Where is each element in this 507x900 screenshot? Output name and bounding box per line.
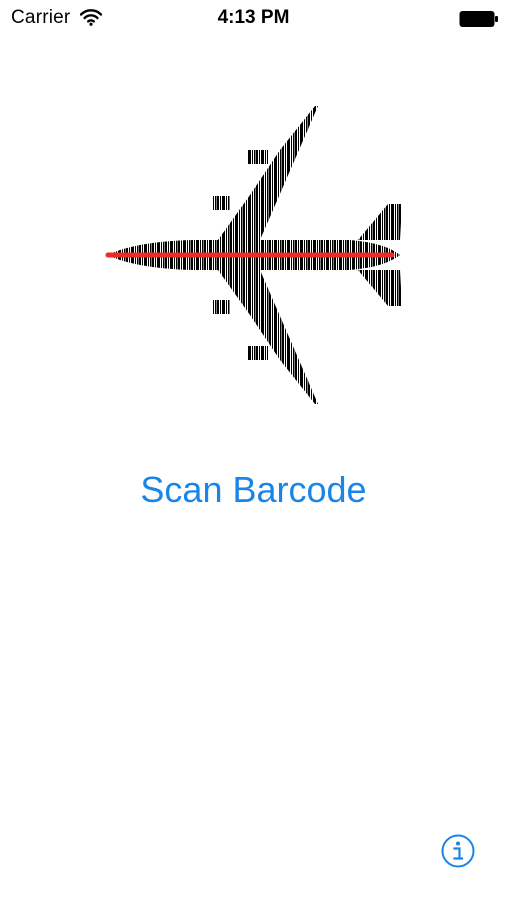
scan-barcode-button[interactable]: Scan Barcode xyxy=(103,465,404,515)
app-screen: Carrier 4:13 PM Scan Barcode xyxy=(0,0,507,900)
status-bar: Carrier 4:13 PM xyxy=(0,0,507,36)
info-icon xyxy=(441,834,475,868)
info-button[interactable] xyxy=(440,833,476,869)
battery-icon xyxy=(459,11,498,27)
status-time: 4:13 PM xyxy=(217,7,290,28)
barcode-airplane-icon xyxy=(105,106,402,404)
